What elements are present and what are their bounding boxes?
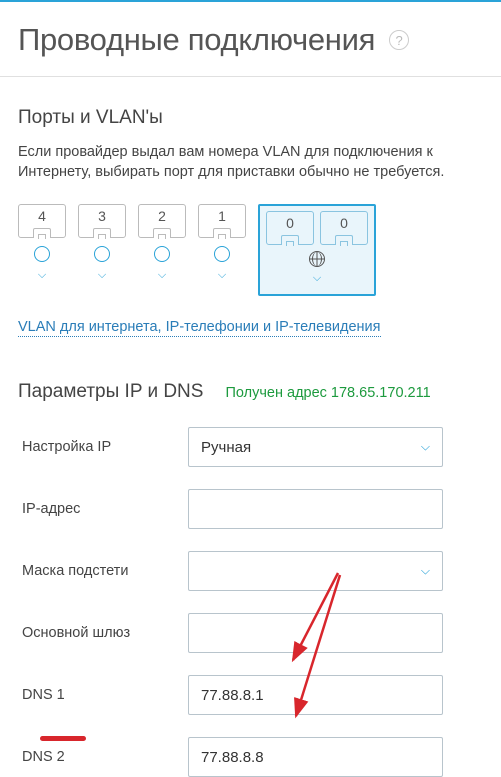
vlan-link[interactable]: VLAN для интернета, IP-телефонии и IP-те… xyxy=(18,319,381,337)
ethernet-jack-icon xyxy=(33,228,51,238)
ports-row: 4 ⌵ 3 ⌵ 2 ⌵ 1 ⌵ 0 0 ⌵ xyxy=(18,204,483,296)
wan-port-group[interactable]: 0 0 ⌵ xyxy=(258,204,376,296)
ports-heading: Порты и VLAN'ы xyxy=(18,107,483,129)
port-label: 2 xyxy=(158,208,166,224)
dns2-input[interactable]: 77.88.8.8 xyxy=(188,737,443,777)
dns1-label: DNS 1 xyxy=(18,687,188,703)
gateway-label: Основной шлюз xyxy=(18,625,188,641)
ip-status: Получен адрес 178.65.170.211 xyxy=(225,385,430,401)
gateway-input[interactable] xyxy=(188,613,443,653)
wan-port-0a[interactable]: 0 xyxy=(266,211,314,245)
subnet-label: Маска подстети xyxy=(18,563,188,579)
ip-mode-value: Ручная xyxy=(201,439,251,456)
ethernet-jack-icon xyxy=(281,235,299,245)
port-3[interactable]: 3 ⌵ xyxy=(78,204,126,296)
annotation-underline xyxy=(40,736,86,741)
ip-form: Настройка IP Ручная ⌵ IP-адрес Маска под… xyxy=(18,427,483,777)
chevron-down-icon[interactable]: ⌵ xyxy=(98,270,106,281)
port-label: 1 xyxy=(218,208,226,224)
chevron-down-icon: ⌵ xyxy=(421,564,430,579)
ethernet-jack-icon xyxy=(93,228,111,238)
ip-address-label: IP-адрес xyxy=(18,501,188,517)
wan-port-0b[interactable]: 0 xyxy=(320,211,368,245)
chevron-down-icon[interactable]: ⌵ xyxy=(38,270,46,281)
port-radio[interactable] xyxy=(214,246,230,262)
ip-mode-select[interactable]: Ручная ⌵ xyxy=(188,427,443,467)
port-label: 3 xyxy=(98,208,106,224)
port-label: 0 xyxy=(286,215,294,231)
chevron-down-icon: ⌵ xyxy=(421,440,430,455)
dns1-input[interactable]: 77.88.8.1 xyxy=(188,675,443,715)
port-2[interactable]: 2 ⌵ xyxy=(138,204,186,296)
dns2-label: DNS 2 xyxy=(18,749,188,765)
page-title: Проводные подключения xyxy=(18,22,375,58)
port-radio[interactable] xyxy=(34,246,50,262)
port-radio[interactable] xyxy=(154,246,170,262)
port-4[interactable]: 4 ⌵ xyxy=(18,204,66,296)
ports-description: Если провайдер выдал вам номера VLAN для… xyxy=(18,143,483,182)
help-icon[interactable]: ? xyxy=(389,30,409,50)
ip-mode-label: Настройка IP xyxy=(18,439,188,455)
port-label: 4 xyxy=(38,208,46,224)
port-1[interactable]: 1 ⌵ xyxy=(198,204,246,296)
ip-address-input[interactable] xyxy=(188,489,443,529)
port-radio[interactable] xyxy=(94,246,110,262)
chevron-down-icon[interactable]: ⌵ xyxy=(158,270,166,281)
dns1-value: 77.88.8.1 xyxy=(201,687,264,704)
ethernet-jack-icon xyxy=(213,228,231,238)
dns2-value: 77.88.8.8 xyxy=(201,749,264,766)
chevron-down-icon[interactable]: ⌵ xyxy=(218,270,226,281)
ip-heading: Параметры IP и DNS xyxy=(18,381,203,403)
ethernet-jack-icon xyxy=(335,235,353,245)
port-label: 0 xyxy=(340,215,348,231)
globe-icon xyxy=(309,251,325,267)
chevron-down-icon[interactable]: ⌵ xyxy=(313,273,321,284)
ethernet-jack-icon xyxy=(153,228,171,238)
subnet-select[interactable]: ⌵ xyxy=(188,551,443,591)
